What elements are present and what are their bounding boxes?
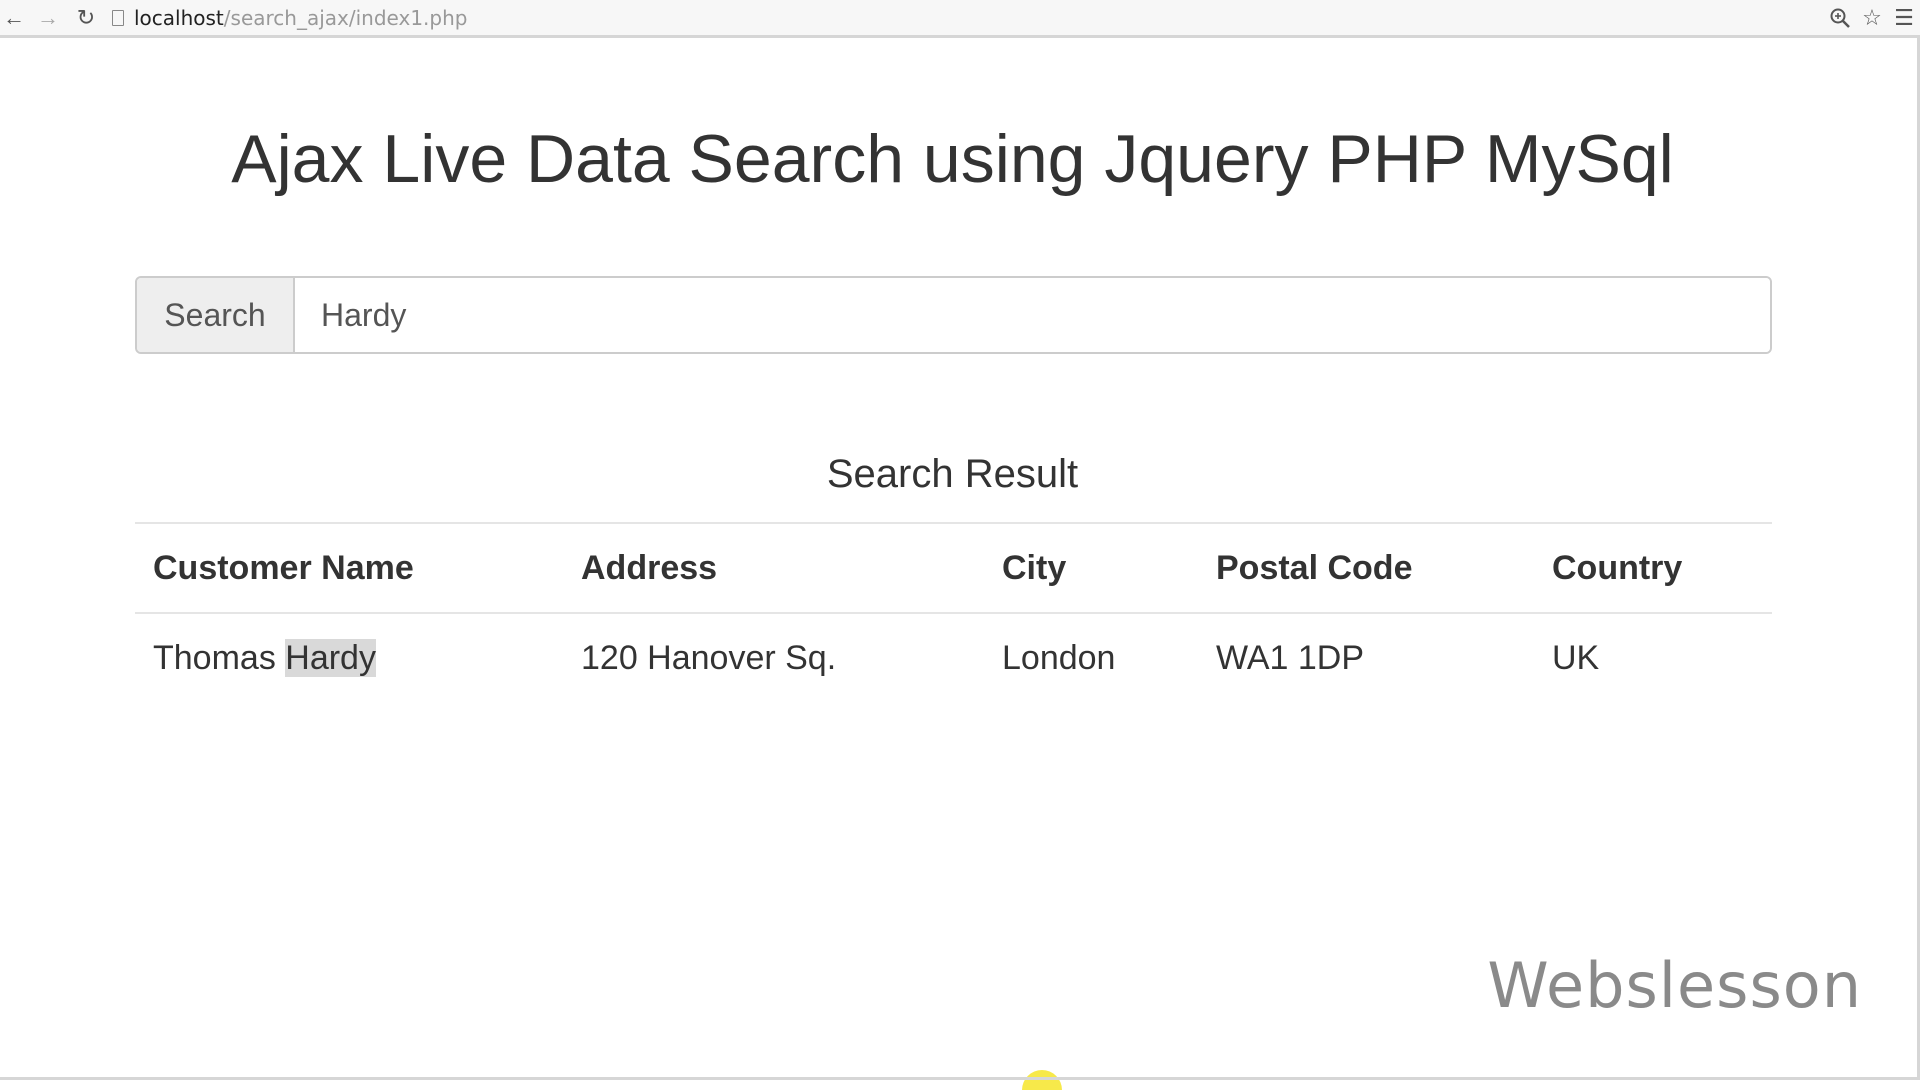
- url-text: localhost/search_ajax/index1.php: [134, 6, 467, 30]
- mouse-cursor-highlight: [1022, 1070, 1062, 1090]
- column-header-customer-name: Customer Name: [135, 523, 563, 613]
- arrow-left-icon[interactable]: ←: [0, 4, 28, 32]
- browser-actions: ☆ ☰: [1824, 0, 1920, 35]
- cell-country: UK: [1534, 613, 1772, 702]
- address-bar[interactable]: localhost/search_ajax/index1.php: [112, 3, 1812, 33]
- cell-postal-code: WA1 1DP: [1198, 613, 1534, 702]
- column-header-postal-code: Postal Code: [1198, 523, 1534, 613]
- star-icon[interactable]: ☆: [1856, 2, 1888, 34]
- reload-icon[interactable]: ↻: [72, 4, 100, 32]
- page-icon: [112, 10, 124, 26]
- url-path: /search_ajax/index1.php: [224, 6, 468, 30]
- zoom-icon[interactable]: [1824, 2, 1856, 34]
- table-header-row: Customer Name Address City Postal Code C…: [135, 523, 1772, 613]
- search-group: Search: [135, 276, 1772, 354]
- browser-toolbar: ← → ↻ localhost/search_ajax/index1.php ☆…: [0, 0, 1920, 38]
- search-addon-label: Search: [137, 278, 295, 352]
- watermark: Webslesson: [1487, 949, 1862, 1022]
- arrow-right-icon[interactable]: →: [34, 4, 62, 32]
- table-row: Thomas Hardy 120 Hanover Sq. London WA1 …: [135, 613, 1772, 702]
- search-input[interactable]: [295, 278, 1770, 352]
- column-header-country: Country: [1534, 523, 1772, 613]
- column-header-address: Address: [563, 523, 984, 613]
- url-host: localhost: [134, 6, 224, 30]
- search-match-highlight: Hardy: [285, 639, 376, 677]
- column-header-city: City: [984, 523, 1198, 613]
- name-prefix: Thomas: [153, 639, 285, 677]
- menu-icon[interactable]: ☰: [1888, 2, 1920, 34]
- search-result-heading: Search Result: [0, 452, 1905, 497]
- cell-customer-name: Thomas Hardy: [135, 613, 563, 702]
- page-title: Ajax Live Data Search using Jquery PHP M…: [0, 120, 1905, 198]
- results-table: Customer Name Address City Postal Code C…: [135, 522, 1772, 702]
- cell-city: London: [984, 613, 1198, 702]
- cell-address: 120 Hanover Sq.: [563, 613, 984, 702]
